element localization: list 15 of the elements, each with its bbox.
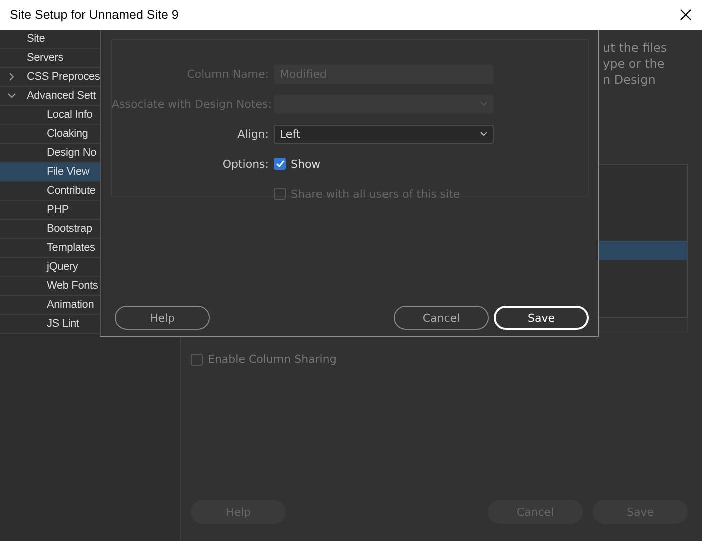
window-title: Site Setup for Unnamed Site 9: [10, 8, 179, 22]
dropdown[interactable]: Left: [274, 124, 494, 144]
dialog-button[interactable]: Help: [115, 306, 210, 330]
dialog-button[interactable]: Save: [494, 306, 589, 330]
chevron-down-icon: [480, 101, 488, 107]
description-text: ut the files ype or the n Design: [603, 40, 668, 89]
dialog-button[interactable]: Cancel: [394, 306, 489, 330]
chevron-down-icon: [480, 131, 488, 137]
chevron-right-icon[interactable]: [8, 73, 16, 81]
checkmark-icon: [276, 160, 284, 168]
checkbox[interactable]: Show: [274, 158, 321, 170]
field-label: Options:: [222, 158, 269, 170]
close-icon[interactable]: [680, 9, 692, 21]
field-label: Align:: [238, 128, 269, 140]
chevron-down-icon[interactable]: [8, 92, 16, 100]
